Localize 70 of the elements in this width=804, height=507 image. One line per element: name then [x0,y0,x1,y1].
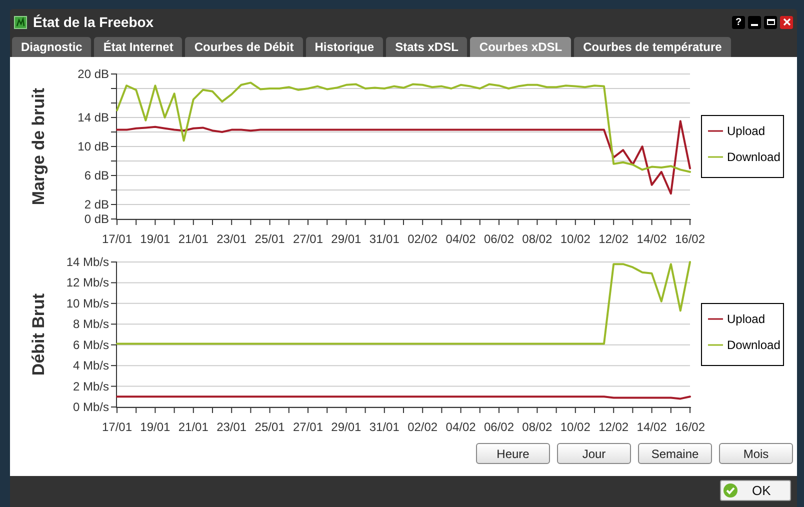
maximize-button[interactable] [764,16,777,28]
x-tick-label: 06/02 [484,420,514,434]
x-tick-label: 25/01 [254,420,285,434]
y-axis-title: Débit Brut [29,293,48,376]
x-tick-label: 23/01 [216,232,247,246]
x-tick-label: 16/02 [674,420,706,434]
y-tick-label: 4 Mb/s [72,358,109,373]
x-tick-label: 10/02 [560,232,590,246]
x-tick-label: 31/01 [369,420,400,434]
x-tick-label: 31/01 [369,232,400,246]
tab[interactable]: Courbes de Débit [185,37,303,57]
tab[interactable]: Courbes de température [574,37,731,57]
x-tick-label: 16/02 [674,232,706,246]
x-tick-label: 02/02 [408,232,438,246]
app-icon [14,16,27,28]
check-icon [723,483,738,498]
x-tick-label: 14/02 [636,420,667,434]
minimize-button[interactable] [748,16,761,28]
x-tick-label: 12/02 [598,420,629,434]
close-button[interactable] [780,16,793,28]
x-tick-label: 29/01 [331,420,362,434]
x-tick-label: 04/02 [446,420,476,434]
x-tick-label: 08/02 [522,420,552,434]
help-button[interactable]: ? [732,16,745,28]
x-tick-label: 17/01 [102,420,132,434]
x-tick-label: 27/01 [292,420,324,434]
tab[interactable]: État Internet [94,37,182,57]
y-tick-label: 2 dB [84,198,109,212]
x-tick-label: 27/01 [292,232,324,246]
y-tick-label: 14 Mb/s [66,255,109,269]
y-tick-label: 10 dB [78,140,109,154]
x-tick-label: 06/02 [484,232,514,246]
range-button[interactable]: Jour [557,443,631,464]
range-button[interactable]: Semaine [638,443,712,464]
legend-label: Upload [727,124,766,138]
y-tick-label: 0 Mb/s [72,400,109,414]
range-button[interactable]: Mois [719,443,793,464]
legend-label: Upload [727,312,766,326]
y-axis-title: Marge de bruit [29,88,48,206]
x-tick-label: 19/01 [140,420,170,434]
x-tick-label: 17/01 [102,232,132,246]
window-title: État de la Freebox [33,12,154,32]
x-tick-label: 08/02 [522,232,552,246]
tab[interactable]: Diagnostic [12,37,92,57]
y-tick-label: 14 dB [78,110,109,124]
y-tick-label: 2 Mb/s [72,379,109,394]
y-tick-label: 8 Mb/s [72,317,109,332]
x-tick-label: 19/01 [140,232,170,246]
x-tick-label: 21/01 [178,420,208,434]
legend-label: Download [727,338,780,352]
x-tick-label: 04/02 [446,232,476,246]
ok-button[interactable]: OK [720,480,791,501]
x-tick-label: 23/01 [216,420,247,434]
x-tick-label: 25/01 [254,232,285,246]
y-tick-label: 0 dB [84,212,109,226]
tab[interactable]: Historique [306,37,384,57]
x-tick-label: 29/01 [331,232,362,246]
x-tick-label: 21/01 [178,232,208,246]
x-tick-label: 02/02 [408,420,438,434]
y-tick-label: 10 Mb/s [66,296,109,310]
y-tick-label: 12 Mb/s [66,276,109,290]
y-tick-label: 6 dB [84,168,109,182]
legend-label: Download [727,150,780,164]
range-button[interactable]: Heure [476,443,550,464]
x-tick-label: 12/02 [598,232,629,246]
x-tick-label: 14/02 [636,232,667,246]
y-tick-label: 20 dB [78,67,109,81]
tab[interactable]: Stats xDSL [386,37,468,57]
y-tick-label: 6 Mb/s [72,338,109,352]
x-tick-label: 10/02 [560,420,590,434]
